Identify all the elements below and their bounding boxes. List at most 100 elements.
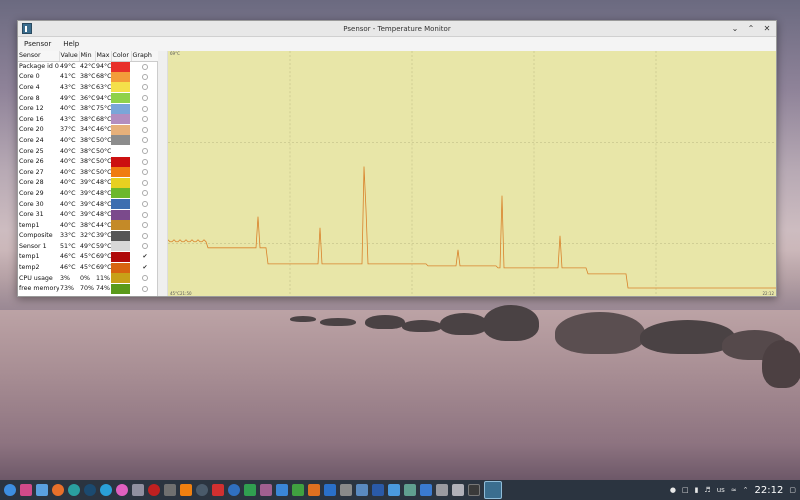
firefox-icon[interactable]	[52, 484, 64, 496]
graph-checkbox[interactable]	[142, 105, 148, 112]
sensor-row[interactable]: free memory 73% 70% 74%	[18, 283, 158, 294]
color-swatch[interactable]	[111, 199, 130, 210]
cat-app-icon[interactable]	[164, 484, 176, 496]
graph-checkbox[interactable]	[142, 179, 148, 186]
store-icon[interactable]	[244, 484, 256, 496]
library-icon[interactable]	[340, 484, 352, 496]
color-swatch[interactable]	[111, 188, 130, 199]
sensor-row[interactable]: Core 24 40°C 38°C 50°C	[18, 135, 158, 146]
color-swatch[interactable]	[111, 124, 130, 135]
color-swatch[interactable]	[111, 71, 130, 82]
sensor-row[interactable]: Core 26 40°C 38°C 50°C	[18, 156, 158, 167]
color-swatch[interactable]	[111, 103, 130, 114]
clipboard-icon[interactable]: □	[682, 486, 689, 494]
steam-icon[interactable]	[84, 484, 96, 496]
word-icon[interactable]	[372, 484, 384, 496]
collapse-chevron-icon[interactable]: ⌄	[730, 23, 740, 34]
presentation-icon[interactable]	[308, 484, 320, 496]
viewer-icon[interactable]	[356, 484, 368, 496]
application-launcher-icon[interactable]	[4, 484, 16, 496]
color-swatch[interactable]	[111, 241, 130, 252]
spreadsheet-icon[interactable]	[292, 484, 304, 496]
color-swatch[interactable]	[111, 135, 130, 146]
color-swatch[interactable]	[111, 167, 130, 178]
graph-checkbox[interactable]	[142, 243, 148, 250]
wifi-icon[interactable]: ≈	[731, 486, 737, 494]
red-app-icon[interactable]	[148, 484, 160, 496]
keyboard-layout[interactable]: us	[717, 486, 725, 494]
color-swatch[interactable]	[111, 262, 130, 273]
graph-checkbox[interactable]	[142, 84, 148, 91]
volume-icon[interactable]: ♬	[704, 486, 710, 494]
graph-checkbox-checked[interactable]: ✔	[132, 264, 158, 271]
monitor-icon[interactable]	[452, 484, 464, 496]
graph-checkbox[interactable]	[142, 201, 148, 208]
chat-icon[interactable]	[116, 484, 128, 496]
folder-icon[interactable]	[388, 484, 400, 496]
graph-checkbox[interactable]	[142, 63, 148, 70]
color-swatch[interactable]	[111, 156, 130, 167]
color-swatch[interactable]	[111, 209, 130, 220]
column-header-max[interactable]: Max	[95, 51, 112, 62]
color-swatch[interactable]	[111, 114, 130, 125]
graph-checkbox[interactable]	[142, 222, 148, 229]
archive-icon[interactable]	[436, 484, 448, 496]
screenshot-icon[interactable]	[420, 484, 432, 496]
menu-help[interactable]: Help	[63, 40, 79, 48]
music-app-icon[interactable]	[212, 484, 224, 496]
color-swatch[interactable]	[111, 93, 130, 104]
sensor-row[interactable]: Core 16 43°C 38°C 68°C	[18, 114, 158, 125]
vlc-icon[interactable]	[180, 484, 192, 496]
title-bar[interactable]: Psensor - Temperature Monitor ⌄ ⌃ ✕	[18, 21, 776, 37]
files-icon[interactable]	[36, 484, 48, 496]
edge-icon[interactable]	[68, 484, 80, 496]
sensor-row[interactable]: Core 29 40°C 39°C 48°C	[18, 188, 158, 199]
sensor-row[interactable]: Core 20 37°C 34°C 46°C	[18, 124, 158, 136]
color-swatch[interactable]	[111, 146, 130, 157]
graph-checkbox[interactable]	[142, 169, 148, 176]
desktop-icon[interactable]	[20, 484, 32, 496]
sensor-row[interactable]: Package id 0 49°C 42°C 94°C	[18, 61, 158, 72]
maximize-chevron-icon[interactable]: ⌃	[746, 23, 756, 34]
psensor-taskbar-icon[interactable]	[484, 481, 502, 499]
battery-icon[interactable]: ▮	[695, 486, 699, 494]
column-header-graph[interactable]: Graph	[131, 51, 159, 62]
column-header-color[interactable]: Color	[111, 51, 132, 62]
mic-icon[interactable]: ●	[670, 486, 676, 494]
show-desktop-icon[interactable]: ▢	[789, 486, 796, 494]
panel-splitter[interactable]	[158, 51, 168, 296]
sensor-row[interactable]: temp2 46°C 45°C 69°C ✔	[18, 262, 158, 273]
sensor-row[interactable]: temp1 46°C 45°C 69°C ✔	[18, 251, 158, 263]
sensor-row[interactable]: temp1 40°C 38°C 44°C	[18, 220, 158, 231]
color-swatch[interactable]	[111, 61, 130, 72]
column-header-sensor[interactable]: Sensor	[18, 51, 60, 62]
tray-expand-icon[interactable]: ⌃	[743, 486, 749, 494]
image-app-icon[interactable]	[260, 484, 272, 496]
graph-checkbox[interactable]	[142, 95, 148, 102]
graph-checkbox[interactable]	[142, 285, 148, 292]
sensor-row[interactable]: Sensor 1 51°C 49°C 59°C	[18, 241, 158, 252]
color-swatch[interactable]	[111, 82, 130, 93]
sensor-row[interactable]: Core 12 40°C 38°C 75°C	[18, 103, 158, 114]
color-swatch[interactable]	[111, 230, 130, 241]
graph-checkbox[interactable]	[142, 126, 148, 133]
sensor-row[interactable]: Core 28 40°C 39°C 48°C	[18, 177, 158, 189]
graph-checkbox[interactable]	[142, 275, 148, 282]
sensor-row[interactable]: Core 30 40°C 39°C 48°C	[18, 199, 158, 210]
headphones-icon[interactable]	[196, 484, 208, 496]
sensor-row[interactable]: Composite 33°C 32°C 39°C	[18, 230, 158, 242]
sensor-row[interactable]: Core 0 41°C 38°C 68°C	[18, 71, 158, 83]
writer-icon[interactable]	[324, 484, 336, 496]
tool-icon[interactable]	[132, 484, 144, 496]
graph-checkbox[interactable]	[142, 73, 148, 80]
graph-checkbox[interactable]	[142, 158, 148, 165]
color-swatch[interactable]	[111, 220, 130, 231]
photos-icon[interactable]	[404, 484, 416, 496]
sensor-row[interactable]: Core 8 49°C 36°C 94°C	[18, 93, 158, 104]
graph-checkbox[interactable]	[142, 116, 148, 123]
sensor-row[interactable]: Core 27 40°C 38°C 50°C	[18, 167, 158, 178]
color-swatch[interactable]	[111, 251, 130, 262]
sensor-row[interactable]: Core 25 40°C 38°C 50°C	[18, 146, 158, 157]
graph-checkbox[interactable]	[142, 190, 148, 197]
sensor-row[interactable]: CPU usage 3% 0% 11%	[18, 273, 158, 284]
